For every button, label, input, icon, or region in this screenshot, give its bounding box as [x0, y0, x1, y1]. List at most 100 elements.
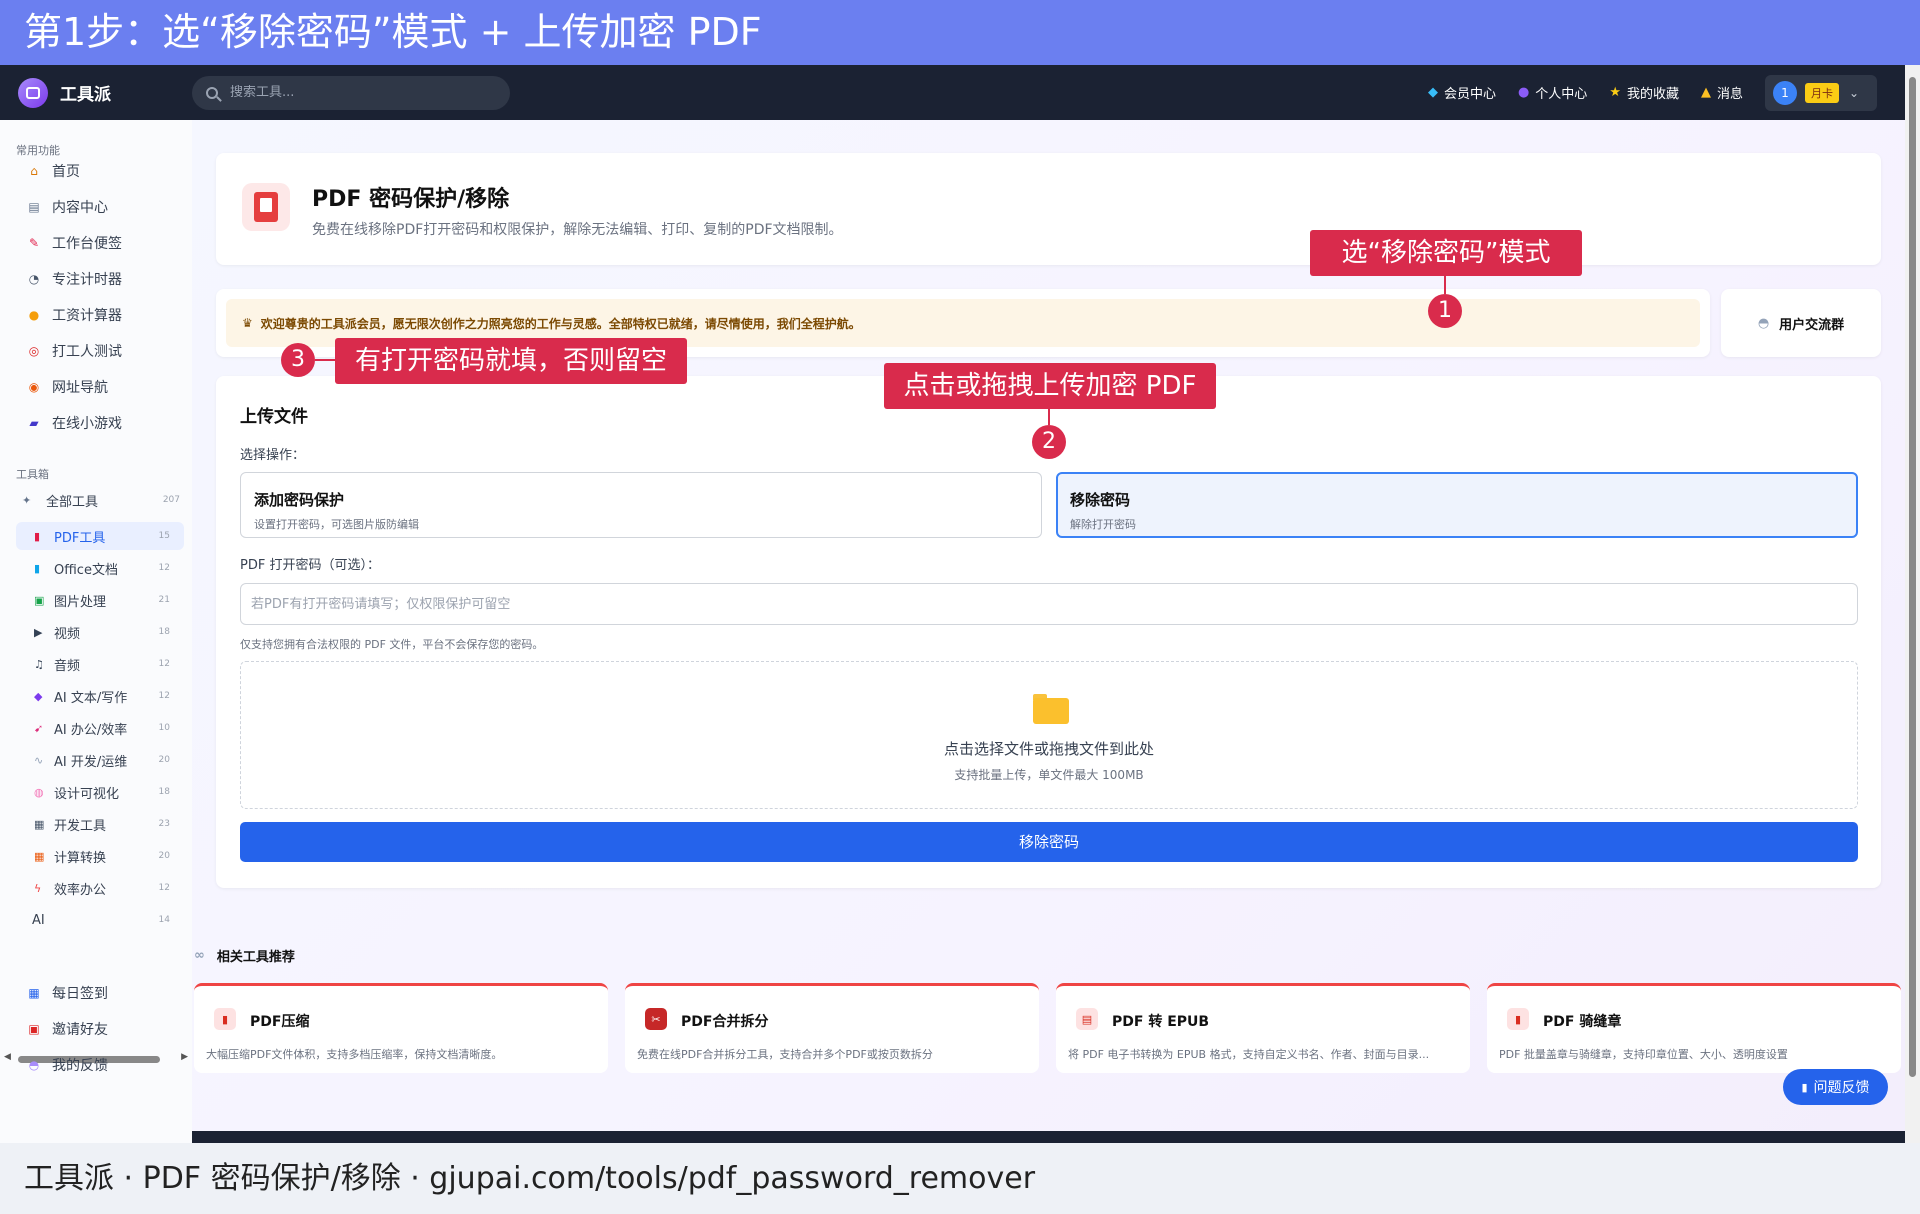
remove-password-button[interactable]: 移除密码	[240, 822, 1858, 862]
scrollbar-thumb[interactable]	[1909, 77, 1916, 1077]
search-input[interactable]	[230, 85, 490, 100]
operation-label: 选择操作：	[240, 448, 306, 463]
sidebar-item-content[interactable]: ▤ 内容中心	[26, 196, 108, 218]
ai-dev-icon: ∿	[34, 753, 44, 767]
pdf-lock-icon	[242, 183, 290, 231]
sidebar-item-label: AI 办公/效率	[54, 722, 128, 738]
chat-icon: ◓	[1757, 315, 1770, 331]
sidebar-item-label: 首页	[52, 164, 80, 180]
related-tool-card[interactable]: ▮ PDF压缩 大幅压缩PDF文件体积，支持多档压缩率，保持文档清晰度。	[194, 983, 608, 1073]
nav-label: 个人中心	[1535, 87, 1588, 102]
sidebar-item-count: 12	[158, 659, 170, 669]
sidebar-item-ai[interactable]: AI 14	[16, 906, 184, 934]
op-remove-password[interactable]: 移除密码 解除打开密码	[1056, 472, 1858, 538]
sidebar-item-checkin[interactable]: ▦ 每日签到	[26, 982, 108, 1004]
sidebar-item-notes[interactable]: ✎ 工作台便签	[26, 232, 122, 254]
related-tool-desc: PDF 批量盖章与骑缝章，支持印章位置、大小、透明度设置	[1499, 1048, 1788, 1061]
welcome-text: 欢迎尊贵的工具派会员，愿无限次创作之力照亮您的工作与灵感。全部特权已就绪，请尽情…	[260, 316, 861, 331]
nav-messages[interactable]: ▲ 消息	[1701, 83, 1743, 102]
sidebar-item-ai-dev[interactable]: ∿ AI 开发/运维 20	[16, 746, 184, 774]
sidebar-item-count: 20	[158, 851, 170, 861]
sidebar-item-count: 21	[158, 595, 170, 605]
sidebar-item-invite[interactable]: ▣ 邀请好友	[26, 1018, 108, 1040]
sidebar-group-tools: 工具箱	[16, 468, 49, 481]
sidebar-item-feedback[interactable]: ◓ 我的反馈	[26, 1054, 108, 1076]
sidebar-item-count: 14	[158, 915, 170, 925]
salary-icon: ●	[28, 308, 40, 322]
browser-viewport: 工具派 ◆ 会员中心 ● 个人中心 ★ 我的收藏 ▲ 消息 1 月卡 ⌄ 常用功能 ⌂ 首…	[0, 65, 1920, 1143]
sidebar-item-label: 计算转换	[54, 850, 107, 866]
related-tool-card[interactable]: ✂ PDF合并拆分 免费在线PDF合并拆分工具，支持合并多个PDF或按页数拆分	[625, 983, 1039, 1073]
video-icon: ▶	[34, 625, 43, 639]
sidebar-item-pdf[interactable]: ▮ PDF工具 15	[16, 522, 184, 550]
bolt-icon: ϟ	[34, 881, 42, 895]
callout-line-1	[1444, 276, 1446, 294]
sidebar-item-count: 207	[162, 495, 180, 505]
logo-text: 工具派	[60, 85, 111, 105]
user-menu[interactable]: 1 月卡 ⌄	[1765, 74, 1877, 111]
related-tool-card[interactable]: ▤ PDF 转 EPUB 将 PDF 电子书转换为 EPUB 格式，支持自定义书…	[1056, 983, 1470, 1073]
sidebar-item-test[interactable]: ◎ 打工人测试	[26, 340, 122, 362]
sidebar-item-efficiency[interactable]: ϟ 效率办公 12	[16, 874, 184, 902]
nav-profile[interactable]: ● 个人中心	[1518, 83, 1587, 102]
related-tools-title: 相关工具推荐	[216, 950, 295, 965]
sidebar-item-label: 邀请好友	[52, 1022, 108, 1038]
op-title: 移除密码	[1070, 491, 1131, 509]
op-add-password[interactable]: 添加密码保护 设置打开密码，可选图片版防编辑	[240, 472, 1042, 538]
file-drop-zone[interactable]: 点击选择文件或拖拽文件到此处 支持批量上传，单文件最大 100MB	[240, 661, 1858, 809]
page-footer-bar	[192, 1131, 1905, 1143]
sidebar-item-count: 23	[158, 819, 170, 829]
compress-icon: ▮	[214, 1008, 236, 1030]
sidebar-item-count: 12	[158, 883, 170, 893]
related-tool-title: PDF 转 EPUB	[1112, 1014, 1210, 1030]
sidebar-item-design[interactable]: ◍ 设计可视化 18	[16, 778, 184, 806]
scroll-right-icon[interactable]: ▶	[181, 1052, 188, 1062]
link-icon: ∞	[194, 948, 205, 963]
upload-title: 上传文件	[240, 407, 308, 427]
sidebar-item-ai-office[interactable]: ➹ AI 办公/效率 10	[16, 714, 184, 742]
scroll-left-icon[interactable]: ◀	[4, 1052, 11, 1062]
folder-icon	[1033, 694, 1069, 724]
search-box[interactable]	[192, 75, 510, 110]
feedback-button[interactable]: ▮ 问题反馈	[1783, 1069, 1888, 1105]
sidebar-item-nav[interactable]: ◉ 网址导航	[26, 376, 108, 398]
page-description: 免费在线移除PDF打开密码和权限保护，解除无法编辑、打印、复制的PDF文档限制。	[312, 222, 843, 238]
related-tool-card[interactable]: ▮ PDF 骑缝章 PDF 批量盖章与骑缝章，支持印章位置、大小、透明度设置	[1487, 983, 1901, 1073]
sidebar-item-home[interactable]: ⌂ 首页	[26, 160, 80, 182]
password-label: PDF 打开密码（可选）：	[240, 558, 380, 573]
sidebar-item-games[interactable]: ▰ 在线小游戏	[26, 412, 122, 434]
sidebar-item-dev-tools[interactable]: ▦ 开发工具 23	[16, 810, 184, 838]
nav-label: 会员中心	[1443, 87, 1496, 102]
nav-favorites[interactable]: ★ 我的收藏	[1609, 83, 1679, 102]
sidebar-item-image[interactable]: ▣ 图片处理 21	[16, 586, 184, 614]
target-icon: ◎	[28, 344, 40, 358]
sidebar-item-label: Office文档	[54, 562, 118, 578]
tool-header-card: PDF 密码保护/移除 免费在线移除PDF打开密码和权限保护，解除无法编辑、打印…	[216, 153, 1881, 265]
sidebar-item-audio[interactable]: ♫ 音频 12	[16, 650, 184, 678]
sidebar-item-label: 设计可视化	[54, 786, 120, 802]
sidebar-item-ai-writing[interactable]: ◆ AI 文本/写作 12	[16, 682, 184, 710]
sidebar-item-count: 12	[158, 691, 170, 701]
password-field[interactable]	[240, 583, 1858, 625]
calc-icon: ▦	[34, 849, 45, 863]
sidebar-item-video[interactable]: ▶ 视频 18	[16, 618, 184, 646]
sidebar-item-count: 18	[158, 627, 170, 637]
sidebar-item-calc[interactable]: ▦ 计算转换 20	[16, 842, 184, 870]
related-tool-title: PDF 骑缝章	[1543, 1014, 1622, 1030]
user-group-button[interactable]: ◓ 用户交流群	[1721, 289, 1881, 357]
sidebar-item-timer[interactable]: ◔ 专注计时器	[26, 268, 122, 290]
note-icon: ✎	[28, 236, 40, 250]
sidebar-item-office[interactable]: ▮ Office文档 12	[16, 554, 184, 582]
stamp-icon: ▮	[1507, 1008, 1529, 1030]
site-logo[interactable]: 工具派	[18, 77, 188, 108]
related-tool-title: PDF压缩	[250, 1014, 310, 1030]
sidebar-item-count: 20	[158, 755, 170, 765]
sidebar-item-salary[interactable]: ● 工资计算器	[26, 304, 122, 326]
sidebar-item-all-tools[interactable]: ✦ 全部工具 207	[16, 486, 184, 514]
vertical-scrollbar[interactable]	[1905, 65, 1920, 1143]
sidebar-item-label: 音频	[54, 658, 81, 674]
sidebar-item-count: 10	[158, 723, 170, 733]
avatar: 1	[1773, 80, 1797, 105]
nav-member-center[interactable]: ◆ 会员中心	[1428, 83, 1496, 102]
nav-label: 消息	[1716, 87, 1743, 102]
